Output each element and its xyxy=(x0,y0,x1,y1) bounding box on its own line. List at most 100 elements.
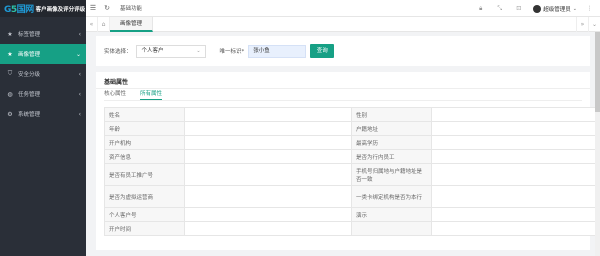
attribute-key: 一类卡绑定机构是否为本行 xyxy=(351,185,432,208)
attribute-key: 是否为行内员工 xyxy=(351,149,432,164)
tab-all-attributes[interactable]: 所有属性 xyxy=(140,89,163,100)
lock-icon[interactable]: 🔒︎ xyxy=(474,5,487,13)
table-row: 姓名 性别 xyxy=(104,107,599,122)
attribute-key: 演示 xyxy=(351,207,432,222)
sidebar: G5国网 客户画像及评分评级 ★ 标签管理 ‹ ★ 画像管理 ⌄ ⛉ 安全分级 … xyxy=(0,0,86,256)
refresh-icon[interactable]: ↻ xyxy=(100,4,114,12)
attributes-table: 姓名 性别 年龄 户籍地址 开户机构 最高学历 资产信息 是否为行内员工 是否有… xyxy=(104,107,599,236)
tab-scroll-right-icon[interactable]: » xyxy=(576,17,588,32)
sidebar-nav: ★ 标签管理 ‹ ★ 画像管理 ⌄ ⛉ 安全分级 ‹ ◍ 任务管理 ‹ ⚙ 系统… xyxy=(0,24,86,124)
chevron-down-icon: ⌄ xyxy=(75,50,81,58)
main-content: 实体选择： 个人客户 ⌄ 唯一标识* 张小鱼 查询 基础属性 核心属性 所有属性… xyxy=(96,36,599,256)
sidebar-item-label: 任务管理 xyxy=(18,92,41,98)
app-title: 客户画像及评分评级 xyxy=(35,6,86,13)
attribute-value xyxy=(184,163,352,186)
gear-icon: ⚙ xyxy=(7,110,13,118)
scrollbar-thumb[interactable] xyxy=(595,32,600,112)
scrollbar[interactable] xyxy=(595,32,600,256)
table-row: 资产信息 是否为行内员工 xyxy=(104,149,599,164)
tab-portrait-management[interactable]: 画像管理 xyxy=(110,16,154,32)
tabbar: « ⌂ 画像管理 » ⌄ xyxy=(86,16,600,32)
divider xyxy=(104,100,582,101)
attribute-key: 性别 xyxy=(351,107,432,122)
entity-select[interactable]: 个人客户 ⌄ xyxy=(135,44,206,58)
sidebar-item-portrait-management[interactable]: ★ 画像管理 ⌄ xyxy=(0,44,86,64)
shield-icon: ⛉ xyxy=(7,70,13,77)
topbar: ☰ ↻ 基础功能 🔒︎ ⤡ ⊡ 超级管理员 ⌄ ⋮ xyxy=(86,0,600,17)
sidebar-item-tag-management[interactable]: ★ 标签管理 ‹ xyxy=(0,24,86,44)
attribute-value xyxy=(184,185,352,208)
attribute-key: 是否有员工推广号 xyxy=(104,163,185,186)
attribute-key: 姓名 xyxy=(104,107,185,122)
sidebar-item-system-management[interactable]: ⚙ 系统管理 ‹ xyxy=(0,104,86,124)
attribute-value xyxy=(431,185,599,208)
table-row: 个人客户号 演示 xyxy=(104,207,599,222)
star-icon: ★ xyxy=(7,50,13,58)
attribute-value xyxy=(184,149,352,164)
chevron-left-icon: ‹ xyxy=(78,90,81,98)
unique-id-label: 唯一标识* xyxy=(219,49,245,55)
more-icon[interactable]: ⋮ xyxy=(583,5,596,12)
tab-menu-icon[interactable]: ⌄ xyxy=(588,17,600,32)
unique-id-input[interactable]: 张小鱼 xyxy=(248,44,307,58)
tab-scroll-left-icon[interactable]: « xyxy=(86,16,98,32)
query-button[interactable]: 查询 xyxy=(310,44,335,58)
attribute-value xyxy=(184,107,352,122)
entity-select-value: 个人客户 xyxy=(141,47,164,54)
attribute-key: 最高学历 xyxy=(351,135,432,150)
attribute-key: 户籍地址 xyxy=(351,121,432,136)
chevron-left-icon: ‹ xyxy=(78,30,81,38)
section-title: 基础属性 xyxy=(104,79,129,86)
attribute-value xyxy=(184,135,352,150)
user-name[interactable]: 超级管理员 xyxy=(543,5,571,13)
topbar-actions: 🔒︎ ⤡ ⊡ 超级管理员 ⌄ ⋮ xyxy=(468,0,596,17)
logo: G5国网 xyxy=(4,5,34,15)
menu-icon[interactable]: ☰ xyxy=(86,4,100,12)
sidebar-item-task-management[interactable]: ◍ 任务管理 ‹ xyxy=(0,84,86,104)
avatar[interactable] xyxy=(533,4,542,13)
attribute-value xyxy=(431,207,599,222)
attribute-key: 年龄 xyxy=(104,121,185,136)
table-row: 是否有员工推广号 手机号归属地与户籍地址是否一致 xyxy=(104,163,599,186)
search-panel: 实体选择： 个人客户 ⌄ 唯一标识* 张小鱼 查询 xyxy=(96,36,590,66)
sub-tabs: 核心属性 所有属性 xyxy=(104,89,582,100)
table-row: 开户时间 xyxy=(104,221,599,236)
attribute-key: 是否为虚拟运营商 xyxy=(104,185,185,208)
attribute-value xyxy=(431,121,599,136)
lock-screen-icon[interactable]: ⊡ xyxy=(512,5,525,12)
attribute-key xyxy=(351,221,432,236)
sidebar-item-security-grading[interactable]: ⛉ 安全分级 ‹ xyxy=(0,64,86,84)
chevron-down-icon: ⌄ xyxy=(196,47,201,54)
attribute-value xyxy=(184,207,352,222)
entity-select-label: 实体选择： xyxy=(104,49,132,55)
attribute-value xyxy=(431,149,599,164)
attribute-value xyxy=(431,135,599,150)
resize-icon[interactable]: ⤡ xyxy=(493,5,506,13)
home-icon[interactable]: ⌂ xyxy=(98,16,110,32)
attribute-key: 个人客户号 xyxy=(104,207,185,222)
attribute-value xyxy=(431,163,599,186)
sidebar-item-label: 系统管理 xyxy=(18,112,41,118)
sidebar-item-label: 画像管理 xyxy=(18,52,41,58)
attribute-key: 手机号归属地与户籍地址是否一致 xyxy=(351,163,432,186)
brand: G5国网 客户画像及评分评级 xyxy=(0,0,86,17)
table-row: 开户机构 最高学历 xyxy=(104,135,599,150)
attribute-value xyxy=(431,107,599,122)
attribute-key: 资产信息 xyxy=(104,149,185,164)
chevron-left-icon: ‹ xyxy=(78,70,81,78)
sidebar-item-label: 标签管理 xyxy=(18,32,41,38)
detail-panel: 基础属性 核心属性 所有属性 姓名 性别 年龄 户籍地址 开户机构 最高学历 资… xyxy=(96,72,599,250)
table-row: 是否为虚拟运营商 一类卡绑定机构是否为本行 xyxy=(104,185,599,208)
attribute-value xyxy=(184,121,352,136)
tab-core-attributes[interactable]: 核心属性 xyxy=(104,89,126,100)
sidebar-item-label: 安全分级 xyxy=(18,72,41,78)
table-row: 年龄 户籍地址 xyxy=(104,121,599,136)
topbar-link-basic-functions[interactable]: 基础功能 xyxy=(120,4,142,12)
attribute-key: 开户机构 xyxy=(104,135,185,150)
attribute-value xyxy=(184,221,352,236)
star-icon: ★ xyxy=(7,30,13,38)
attribute-key: 开户时间 xyxy=(104,221,185,236)
globe-icon: ◍ xyxy=(7,90,13,98)
chevron-down-icon[interactable]: ⌄ xyxy=(573,6,577,12)
chevron-left-icon: ‹ xyxy=(78,110,81,118)
